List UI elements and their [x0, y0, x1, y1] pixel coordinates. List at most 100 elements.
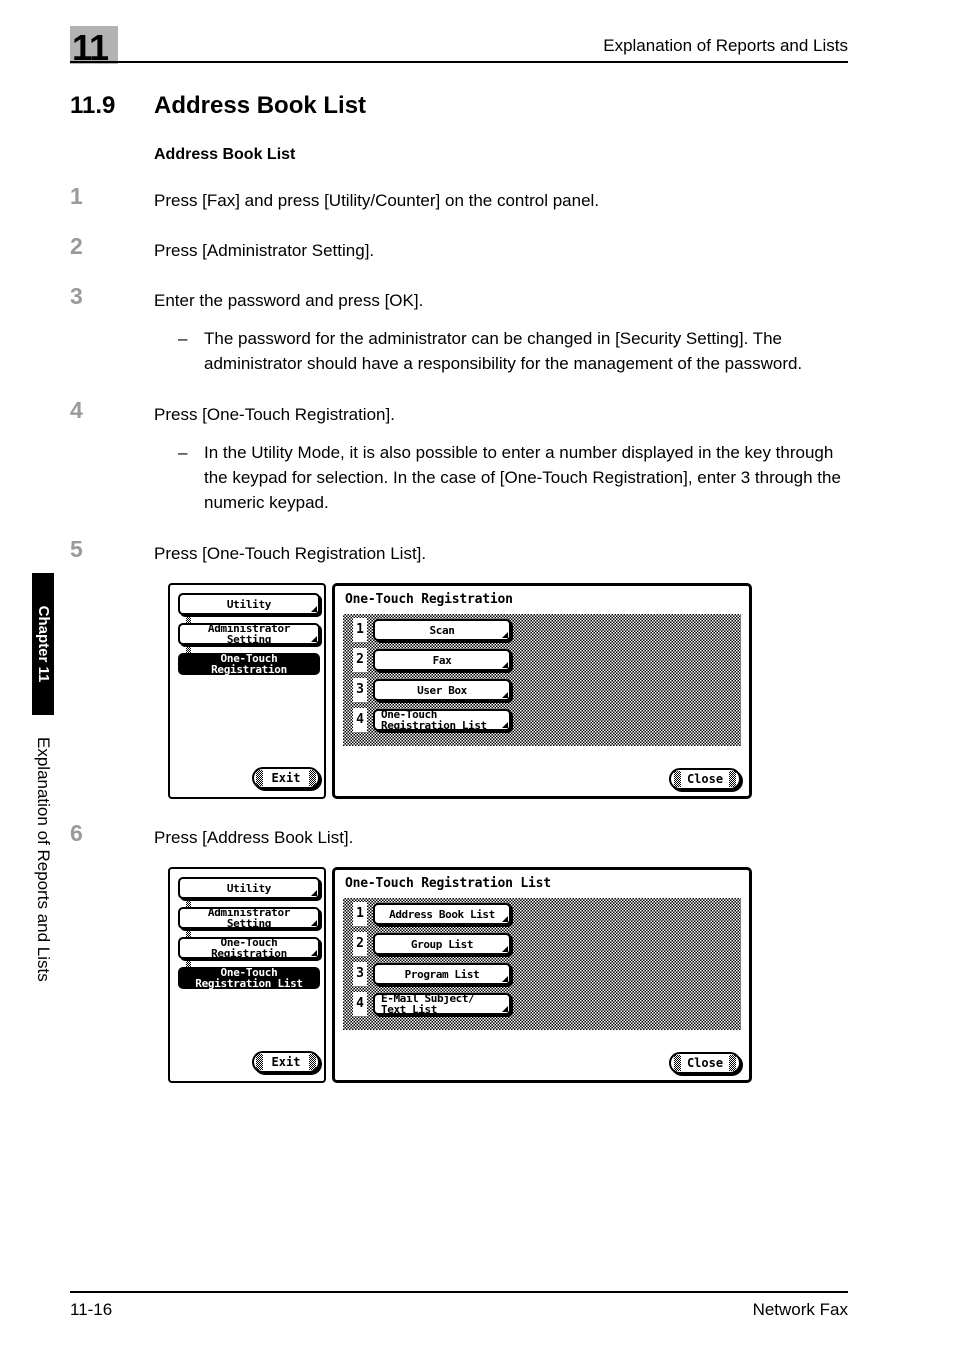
dialog-button-email-subject-text-list[interactable]: E-Mail Subject/ Text List: [373, 993, 511, 1015]
dialog-panel: One-Touch Registration 1 Scan 2 Fax 3 Us…: [332, 583, 752, 799]
sidebar-section-label: Explanation of Reports and Lists: [32, 737, 54, 1087]
dialog-button-label: User Box: [417, 683, 467, 697]
dialog-item-email-subject-text-list: 4 E-Mail Subject/ Text List: [353, 992, 513, 1016]
breadcrumb-item-administrator-setting[interactable]: Administrator Setting: [178, 623, 320, 645]
step-text: Press [Address Book List].: [154, 828, 354, 847]
dialog-button-label: Address Book List: [389, 907, 495, 921]
footer-document-name: Network Fax: [752, 1300, 848, 1319]
sidebar-section-label-text: Explanation of Reports and Lists: [34, 737, 53, 982]
breadcrumb-label-line2: Registration: [211, 663, 287, 676]
section-heading: 11.9 Address Book List: [70, 92, 860, 126]
dialog-button-user-box[interactable]: User Box: [373, 679, 511, 701]
footer-page-number: 11-16: [70, 1300, 113, 1319]
dialog-item-user-box: 3 User Box: [353, 678, 513, 702]
chapter-tab-label: Chapter 11: [35, 605, 52, 683]
breadcrumb-connector: [186, 615, 191, 623]
dialog-button-label: Fax: [432, 653, 452, 667]
breadcrumb-item-one-touch-registration[interactable]: One-Touch Registration: [178, 653, 320, 675]
header-divider: [70, 61, 848, 63]
dialog-item-address-book-list: 1 Address Book List: [353, 902, 513, 926]
dropdown-corner-icon: [502, 692, 508, 698]
step-text: Press [Administrator Setting].: [154, 241, 375, 260]
dialog-item-fax: 2 Fax: [353, 648, 513, 672]
dialog-body: 1 Scan 2 Fax 3 User Box 4 One-Touch Regi…: [343, 614, 741, 746]
step-3: 3 Enter the password and press [OK]. – T…: [70, 283, 860, 376]
breadcrumb-item-one-touch-registration[interactable]: One-Touch Registration: [178, 937, 320, 959]
note-text: The password for the administrator can b…: [204, 329, 803, 373]
step-number: 1: [70, 183, 83, 209]
dialog-button-label-line2: Registration List: [381, 719, 487, 732]
breadcrumb-label-line2: Setting: [226, 633, 272, 646]
step-4: 4 Press [One-Touch Registration]. – In t…: [70, 397, 860, 515]
dialog-button-address-book-list[interactable]: Address Book List: [373, 903, 511, 925]
dropdown-corner-icon: [311, 950, 317, 956]
breadcrumb-label-line2: Setting: [226, 917, 272, 930]
dropdown-corner-icon: [502, 722, 508, 728]
dialog-item-one-touch-registration-list: 4 One-Touch Registration List: [353, 708, 513, 732]
dialog-item-number: 3: [353, 962, 367, 986]
sidebar: Chapter 11 Explanation of Reports and Li…: [30, 565, 56, 1105]
dialog-panel: One-Touch Registration List 1 Address Bo…: [332, 867, 752, 1083]
dropdown-corner-icon: [311, 606, 317, 612]
breadcrumb-item-one-touch-registration-list[interactable]: One-Touch Registration List: [178, 967, 320, 989]
step-6: 6 Press [Address Book List].: [70, 820, 860, 851]
dialog-item-number: 3: [353, 678, 367, 702]
breadcrumb-item-administrator-setting[interactable]: Administrator Setting: [178, 907, 320, 929]
dialog-item-scan: 1 Scan: [353, 618, 513, 642]
dropdown-corner-icon: [502, 976, 508, 982]
dialog-button-scan[interactable]: Scan: [373, 619, 511, 641]
dialog-button-label: Program List: [404, 967, 480, 981]
dialog-title: One-Touch Registration: [345, 592, 513, 607]
dialog-button-program-list[interactable]: Program List: [373, 963, 511, 985]
close-button[interactable]: Close: [669, 1052, 741, 1074]
chapter-tab: Chapter 11: [32, 573, 54, 715]
breadcrumb-connector: [186, 899, 191, 907]
dropdown-corner-icon: [502, 916, 508, 922]
dialog-item-number: 2: [353, 932, 367, 956]
exit-button[interactable]: Exit: [252, 1051, 320, 1073]
dropdown-corner-icon: [502, 1006, 508, 1012]
dialog-button-one-touch-registration-list[interactable]: One-Touch Registration List: [373, 709, 511, 731]
close-button[interactable]: Close: [669, 768, 741, 790]
step-text: Press [One-Touch Registration List].: [154, 544, 427, 563]
lcd-screenshot-step-6: Utility Administrator Setting One-Touch …: [168, 867, 752, 1083]
dropdown-corner-icon: [311, 890, 317, 896]
breadcrumb-panel: Utility Administrator Setting One-Touch …: [168, 583, 326, 799]
dialog-button-group-list[interactable]: Group List: [373, 933, 511, 955]
dialog-button-fax[interactable]: Fax: [373, 649, 511, 671]
breadcrumb-item-utility[interactable]: Utility: [178, 593, 320, 615]
dialog-item-number: 1: [353, 618, 367, 642]
exit-button[interactable]: Exit: [252, 767, 320, 789]
step-number: 3: [70, 283, 83, 309]
breadcrumb-connector: [186, 929, 191, 937]
note-dash: –: [178, 329, 188, 348]
dropdown-corner-icon: [502, 662, 508, 668]
step-text: Press [One-Touch Registration].: [154, 405, 395, 424]
dropdown-corner-icon: [502, 632, 508, 638]
dropdown-corner-icon: [311, 636, 317, 642]
dialog-item-number: 4: [353, 708, 367, 732]
dialog-item-number: 1: [353, 902, 367, 926]
page-title: Address Book List: [154, 92, 367, 119]
dropdown-corner-icon: [502, 946, 508, 952]
step-number: 2: [70, 233, 83, 259]
section-number: 11.9: [70, 92, 116, 119]
dialog-item-program-list: 3 Program List: [353, 962, 513, 986]
dialog-button-label: Scan: [429, 623, 455, 637]
lcd-screenshot-step-5: Utility Administrator Setting One-Touch …: [168, 583, 752, 799]
step-3-note: – The password for the administrator can…: [154, 326, 860, 376]
note-dash: –: [178, 443, 188, 462]
step-number: 4: [70, 397, 83, 423]
breadcrumb-connector: [186, 645, 191, 653]
step-text: Press [Fax] and press [Utility/Counter] …: [154, 191, 600, 210]
step-5: 5 Press [One-Touch Registration List].: [70, 536, 860, 567]
step-4-note: – In the Utility Mode, it is also possib…: [154, 440, 860, 515]
main-content: 11.9 Address Book List Address Book List…: [70, 92, 860, 1109]
breadcrumb-label-line2: Registration: [211, 947, 287, 960]
dialog-button-label-line2: Text List: [381, 1003, 438, 1016]
dialog-body: 1 Address Book List 2 Group List 3 Progr…: [343, 898, 741, 1030]
step-number: 5: [70, 536, 83, 562]
step-number: 6: [70, 820, 83, 846]
breadcrumb-item-utility[interactable]: Utility: [178, 877, 320, 899]
step-1: 1 Press [Fax] and press [Utility/Counter…: [70, 183, 860, 214]
